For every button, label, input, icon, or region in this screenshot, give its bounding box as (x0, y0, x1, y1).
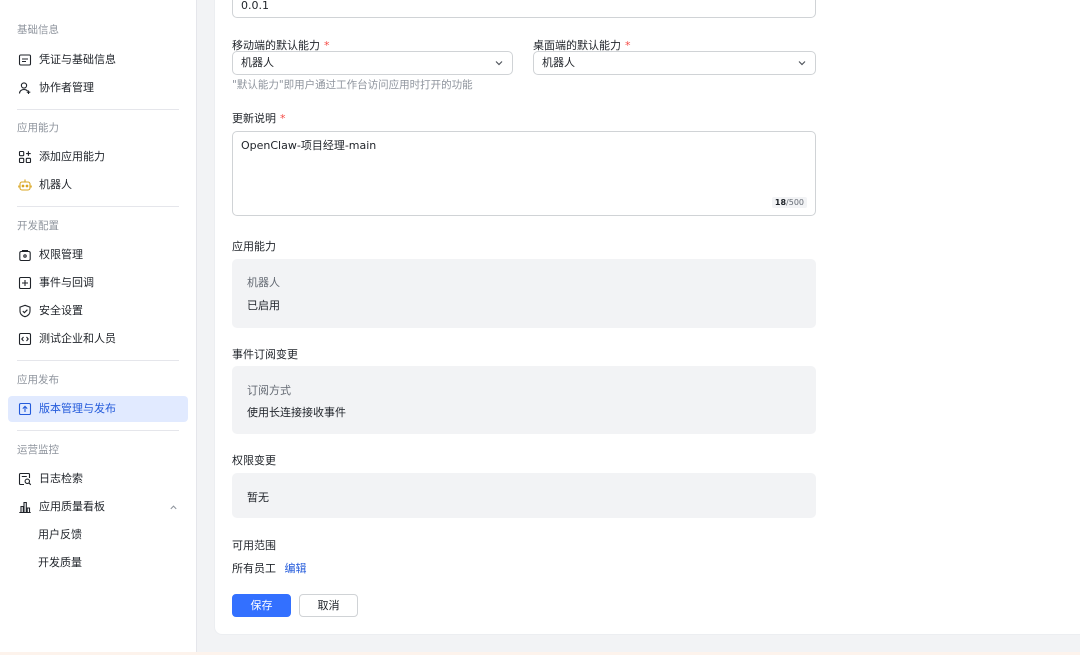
cancel-button[interactable]: 取消 (299, 594, 358, 617)
user-icon (18, 81, 32, 95)
sidebar-item-label: 测试企业和人员 (39, 332, 116, 345)
code-icon (18, 332, 32, 346)
sidebar-item-label: 版本管理与发布 (39, 402, 116, 415)
sidebar-item-add-capability[interactable]: 添加应用能力 (8, 144, 188, 170)
required-mark: * (280, 112, 286, 125)
sidebar-item-robot[interactable]: 机器人 (8, 172, 188, 198)
sidebar-item-log-search[interactable]: 日志检索 (8, 466, 188, 492)
scope-row: 所有员工 编辑 (232, 560, 307, 576)
chevron-down-icon (797, 58, 807, 68)
main-panel: 0.0.1 移动端的默认能力 * 机器人 桌面端的默认能力 * 机器人 "默认能力"… (214, 0, 1080, 635)
sidebar-subitem-user-feedback[interactable]: 用户反馈 (8, 522, 188, 548)
permission-section-title: 权限变更 (232, 454, 276, 467)
capability-section-title: 应用能力 (232, 240, 276, 253)
sidebar-item-label: 协作者管理 (39, 81, 94, 94)
section-title-dev-config: 开发配置 (17, 220, 59, 232)
event-value: 使用长连接接收事件 (247, 406, 346, 419)
counter-max: /500 (786, 198, 804, 207)
sidebar-item-label: 权限管理 (39, 248, 83, 261)
sidebar-item-label: 添加应用能力 (39, 150, 105, 163)
section-title-monitoring: 运营监控 (17, 444, 59, 456)
sidebar-item-label: 开发质量 (38, 556, 82, 569)
mobile-default-select[interactable]: 机器人 (232, 51, 513, 75)
permission-panel: 暂无 (232, 473, 816, 518)
sidebar-item-version-release[interactable]: 版本管理与发布 (8, 396, 188, 422)
save-button[interactable]: 保存 (232, 594, 291, 617)
default-capability-hint: "默认能力"即用户通过工作台访问应用时打开的功能 (232, 79, 473, 91)
log-search-icon (18, 472, 32, 486)
sidebar-item-label: 机器人 (39, 178, 72, 191)
sidebar-item-events[interactable]: 事件与回调 (8, 270, 188, 296)
lock-icon (18, 248, 32, 262)
sidebar-item-test-org[interactable]: 测试企业和人员 (8, 326, 188, 352)
apps-add-icon (18, 150, 32, 164)
bar-chart-icon (18, 500, 32, 514)
sidebar-item-permissions[interactable]: 权限管理 (8, 242, 188, 268)
shield-icon (18, 304, 32, 318)
char-counter: 18/500 (771, 197, 807, 208)
credential-icon (18, 53, 32, 67)
capability-value: 已启用 (247, 299, 280, 312)
counter-current: 18 (774, 198, 787, 207)
capability-panel: 机器人 已启用 (232, 259, 816, 328)
version-value: 0.0.1 (241, 0, 269, 12)
release-notes-label: 更新说明 * (232, 110, 286, 126)
sidebar-subitem-dev-quality[interactable]: 开发质量 (8, 550, 188, 576)
section-title-release: 应用发布 (17, 374, 59, 386)
chevron-up-icon[interactable] (169, 503, 178, 512)
sidebar-item-label: 凭证与基础信息 (39, 53, 116, 66)
sidebar-item-label: 安全设置 (39, 304, 83, 317)
robot-icon (18, 178, 32, 192)
desktop-default-value: 机器人 (542, 56, 575, 69)
event-panel: 订阅方式 使用长连接接收事件 (232, 366, 816, 434)
chevron-down-icon (494, 58, 504, 68)
scope-section-title: 可用范围 (232, 539, 276, 552)
event-key: 订阅方式 (247, 384, 291, 397)
capability-key: 机器人 (247, 276, 280, 289)
scope-edit-link[interactable]: 编辑 (285, 562, 307, 575)
sidebar-item-label: 事件与回调 (39, 276, 94, 289)
sidebar-item-security[interactable]: 安全设置 (8, 298, 188, 324)
upload-icon (18, 402, 32, 416)
release-notes-label-text: 更新说明 (232, 112, 276, 125)
desktop-default-select[interactable]: 机器人 (533, 51, 816, 75)
event-section-title: 事件订阅变更 (232, 348, 298, 361)
sidebar-item-collaborators[interactable]: 协作者管理 (8, 75, 188, 101)
sidebar: 基础信息 凭证与基础信息 协作者管理 应用能力 添加应用能力 机器人 开发配置 … (0, 0, 197, 652)
sidebar-item-label: 日志检索 (39, 472, 83, 485)
event-icon (18, 276, 32, 290)
sidebar-item-credentials[interactable]: 凭证与基础信息 (8, 47, 188, 73)
release-notes-value: OpenClaw-项目经理-main (241, 139, 377, 152)
release-notes-textarea[interactable]: OpenClaw-项目经理-main 18/500 (232, 131, 816, 216)
scope-value: 所有员工 (232, 562, 276, 575)
version-input[interactable]: 0.0.1 (232, 0, 816, 18)
mobile-default-value: 机器人 (241, 56, 274, 69)
sidebar-item-label: 用户反馈 (38, 528, 82, 541)
permission-value: 暂无 (247, 491, 269, 504)
section-title-basic: 基础信息 (17, 24, 59, 36)
sidebar-item-label: 应用质量看板 (39, 500, 105, 513)
sidebar-item-quality-board[interactable]: 应用质量看板 (8, 494, 188, 520)
section-title-capabilities: 应用能力 (17, 122, 59, 134)
